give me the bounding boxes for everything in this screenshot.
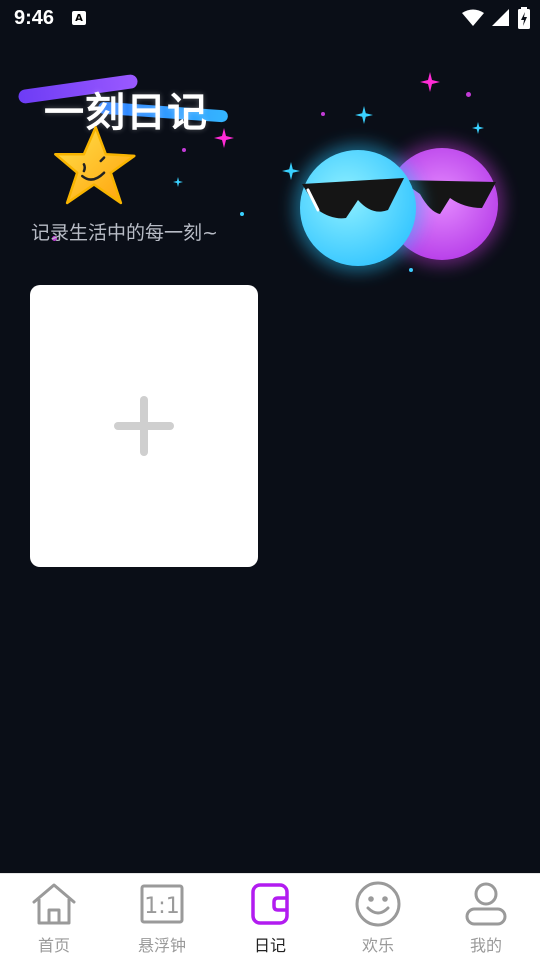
tab-diary-label: 日记 [253, 936, 286, 955]
add-diary-card[interactable] [30, 285, 258, 567]
sparkle-icon [173, 177, 183, 187]
sparkle-dot [240, 212, 244, 216]
cellular-signal-icon [492, 9, 509, 26]
smile-icon [354, 880, 402, 928]
sparkle-dot [182, 148, 186, 152]
tab-floating-clock-label: 悬浮钟 [137, 936, 186, 955]
tab-home-label: 首页 [37, 936, 70, 955]
tab-profile[interactable]: 我的 [432, 874, 540, 960]
sunglasses-balls-illustration [294, 142, 504, 272]
diary-icon [246, 880, 294, 928]
status-bar: 9:46 A [0, 0, 540, 36]
sparkle-icon [214, 128, 234, 148]
battery-charging-icon [518, 7, 530, 29]
tab-home[interactable]: 首页 [0, 874, 108, 960]
tab-joy[interactable]: 欢乐 [324, 874, 432, 960]
smiling-star-icon [54, 126, 136, 205]
floating-clock-icon: 1:1 [138, 880, 186, 928]
home-icon [30, 880, 78, 928]
tab-joy-label: 欢乐 [361, 936, 394, 955]
svg-text:1:1: 1:1 [144, 894, 179, 919]
page-subtitle: 记录生活中的每一刻~ [31, 222, 218, 244]
page-title-block: 一刻日记 [17, 70, 238, 136]
plus-icon [114, 396, 174, 456]
status-time: 9:46 [14, 6, 55, 29]
bottom-tab-bar: 首页 1:1 悬浮钟 日记 欢乐 我的 [0, 873, 540, 960]
tab-floating-clock[interactable]: 1:1 悬浮钟 [108, 874, 216, 960]
profile-icon [462, 880, 510, 928]
wifi-icon [462, 9, 484, 26]
status-icons [462, 7, 530, 29]
notification-icon: A [72, 11, 87, 25]
tab-profile-label: 我的 [469, 936, 502, 955]
tab-diary[interactable]: 日记 [216, 874, 324, 960]
